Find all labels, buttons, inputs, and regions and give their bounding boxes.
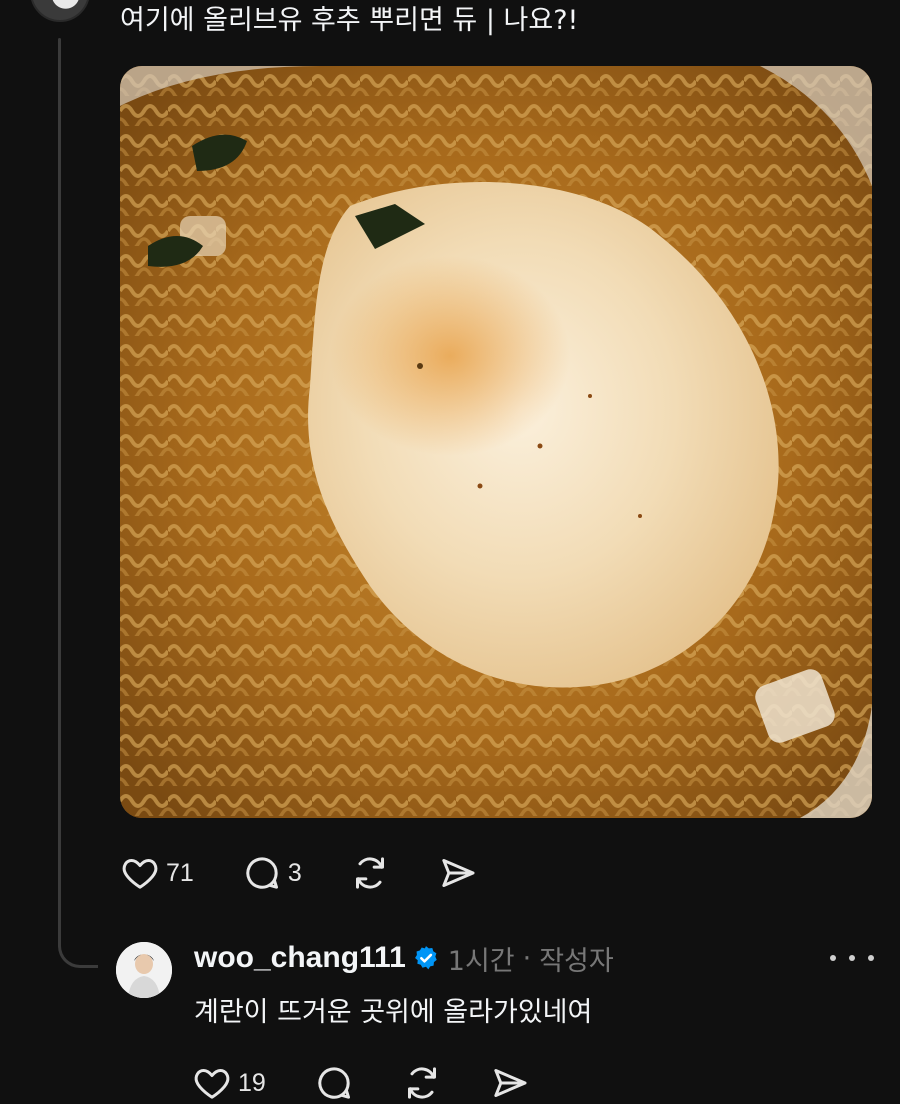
reply-time: 1시간 — [447, 945, 515, 977]
send-icon — [490, 1063, 530, 1103]
more-icon[interactable] — [830, 944, 874, 972]
verified-badge-icon — [412, 944, 440, 972]
top-post-avatar[interactable] — [30, 0, 90, 22]
more-dot — [830, 955, 836, 961]
reply-like-button[interactable]: 19 — [192, 1063, 266, 1103]
reply-share-button[interactable] — [490, 1063, 530, 1103]
more-dot — [868, 955, 874, 961]
repost-button[interactable] — [350, 853, 390, 893]
more-dot — [849, 955, 855, 961]
reply-username[interactable]: woo_chang111 — [194, 941, 406, 975]
threads-reply-view: 여기에 올리브유 후추 뿌리면 듀 | 나요?! 71 3 woo_chang1… — [0, 0, 900, 1104]
post-photo[interactable] — [120, 66, 872, 818]
reply-text: 계란이 뜨거운 곳위에 올라가있네여 — [194, 997, 593, 1028]
reply-button[interactable]: 3 — [242, 853, 302, 893]
ramen-photo-illustration — [120, 66, 872, 818]
profile-photo-illustration — [116, 942, 172, 998]
reply-count: 3 — [287, 858, 302, 887]
reply-repost-button[interactable] — [402, 1063, 442, 1103]
thread-connector-curve — [58, 930, 98, 968]
reply-avatar[interactable] — [116, 942, 172, 998]
post-action-bar: 71 3 — [120, 850, 526, 896]
reply-action-bar: 19 — [192, 1060, 578, 1104]
reply-like-count: 19 — [238, 1068, 266, 1097]
repost-icon — [350, 853, 390, 893]
send-icon — [438, 853, 478, 893]
repost-icon — [402, 1063, 442, 1103]
like-count: 71 — [166, 858, 194, 887]
post-text: 여기에 올리브유 후추 뿌리면 듀 | 나요?! — [120, 5, 579, 36]
reply-comment-button[interactable] — [314, 1063, 354, 1103]
comment-bubble-icon — [242, 853, 282, 893]
thread-connector-line — [58, 38, 61, 948]
like-button[interactable]: 71 — [120, 853, 194, 893]
heart-icon — [120, 853, 160, 893]
heart-icon — [192, 1063, 232, 1103]
separator-dot: · — [522, 942, 532, 974]
share-button[interactable] — [438, 853, 478, 893]
author-label: 작성자 — [539, 945, 614, 977]
reply-header: woo_chang111 1시간 · 작성자 — [194, 936, 614, 980]
comment-bubble-icon — [314, 1063, 354, 1103]
